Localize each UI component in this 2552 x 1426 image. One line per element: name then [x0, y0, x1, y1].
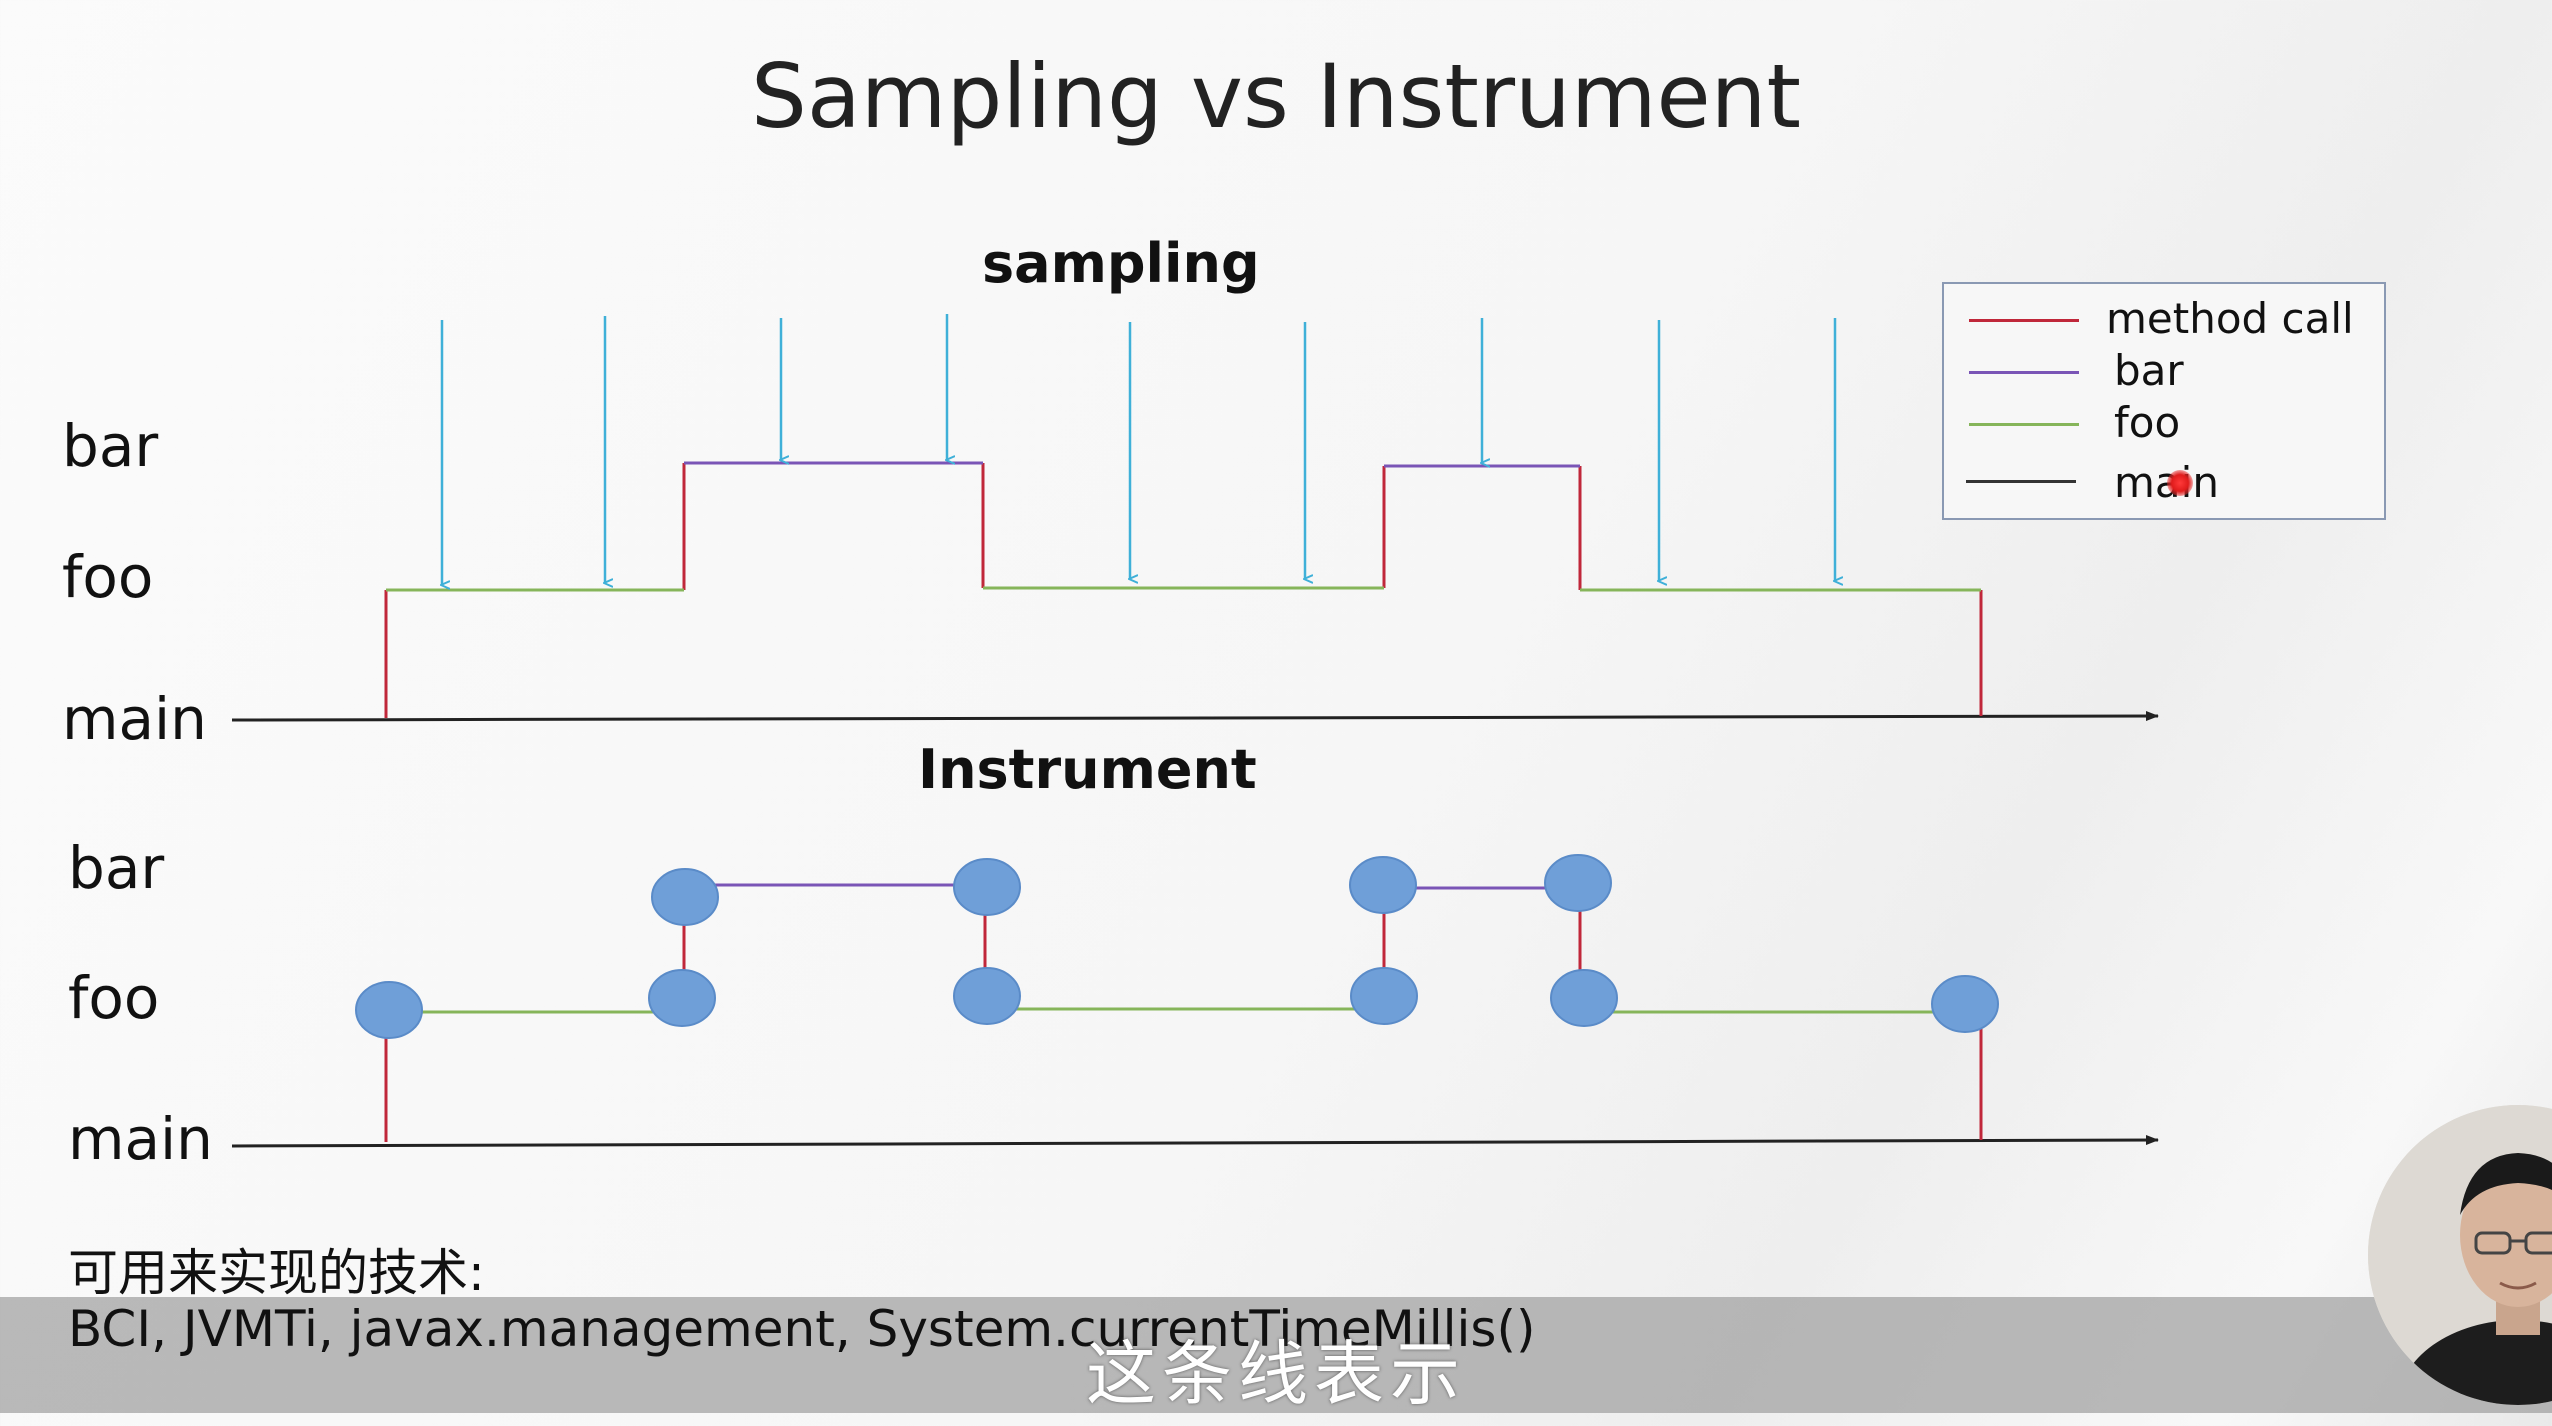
legend-item-main: main: [1944, 458, 2384, 508]
legend-item-method-call: method call: [1944, 294, 2384, 344]
video-subtitle: 这条线表示: [1086, 1333, 1466, 1415]
probe-node-foo-to-main: [1931, 975, 1999, 1033]
legend-label: foo: [2114, 398, 2181, 447]
probe-node-bar-enter-2: [1349, 856, 1417, 914]
legend-swatch-foo: [1969, 423, 2079, 426]
probe-node-main-to-foo: [355, 981, 423, 1039]
probe-node-foo-exit-1: [648, 969, 716, 1027]
probe-node-foo-exit-2: [1350, 967, 1418, 1025]
legend-label: method call: [2106, 294, 2354, 343]
presenter-avatar: [2368, 1105, 2552, 1405]
probe-node-foo-reenter-1: [953, 967, 1021, 1025]
sampling-main-axis: [231, 711, 2159, 722]
legend-swatch-bar: [1969, 371, 2079, 374]
legend-item-bar: bar: [1944, 346, 2384, 396]
legend: method call bar foo main: [1942, 282, 2386, 520]
presenter-webcam: [2368, 1105, 2552, 1405]
timeline-diagram: [231, 314, 2159, 1148]
probe-node-bar-exit-2: [1544, 854, 1612, 912]
legend-label: bar: [2114, 346, 2184, 395]
instrument-main-axis: [231, 1135, 2159, 1148]
laser-pointer-dot: [2167, 470, 2193, 496]
footer-techniques-heading: 可用来实现的技术:: [68, 1244, 485, 1302]
probe-node-bar-exit-1: [953, 858, 1021, 916]
legend-item-foo: foo: [1944, 398, 2384, 448]
legend-swatch-main: [1966, 480, 2076, 483]
probe-node-bar-enter-1: [651, 868, 719, 926]
probe-node-foo-reenter-2: [1550, 969, 1618, 1027]
legend-swatch-method-call: [1969, 319, 2079, 322]
